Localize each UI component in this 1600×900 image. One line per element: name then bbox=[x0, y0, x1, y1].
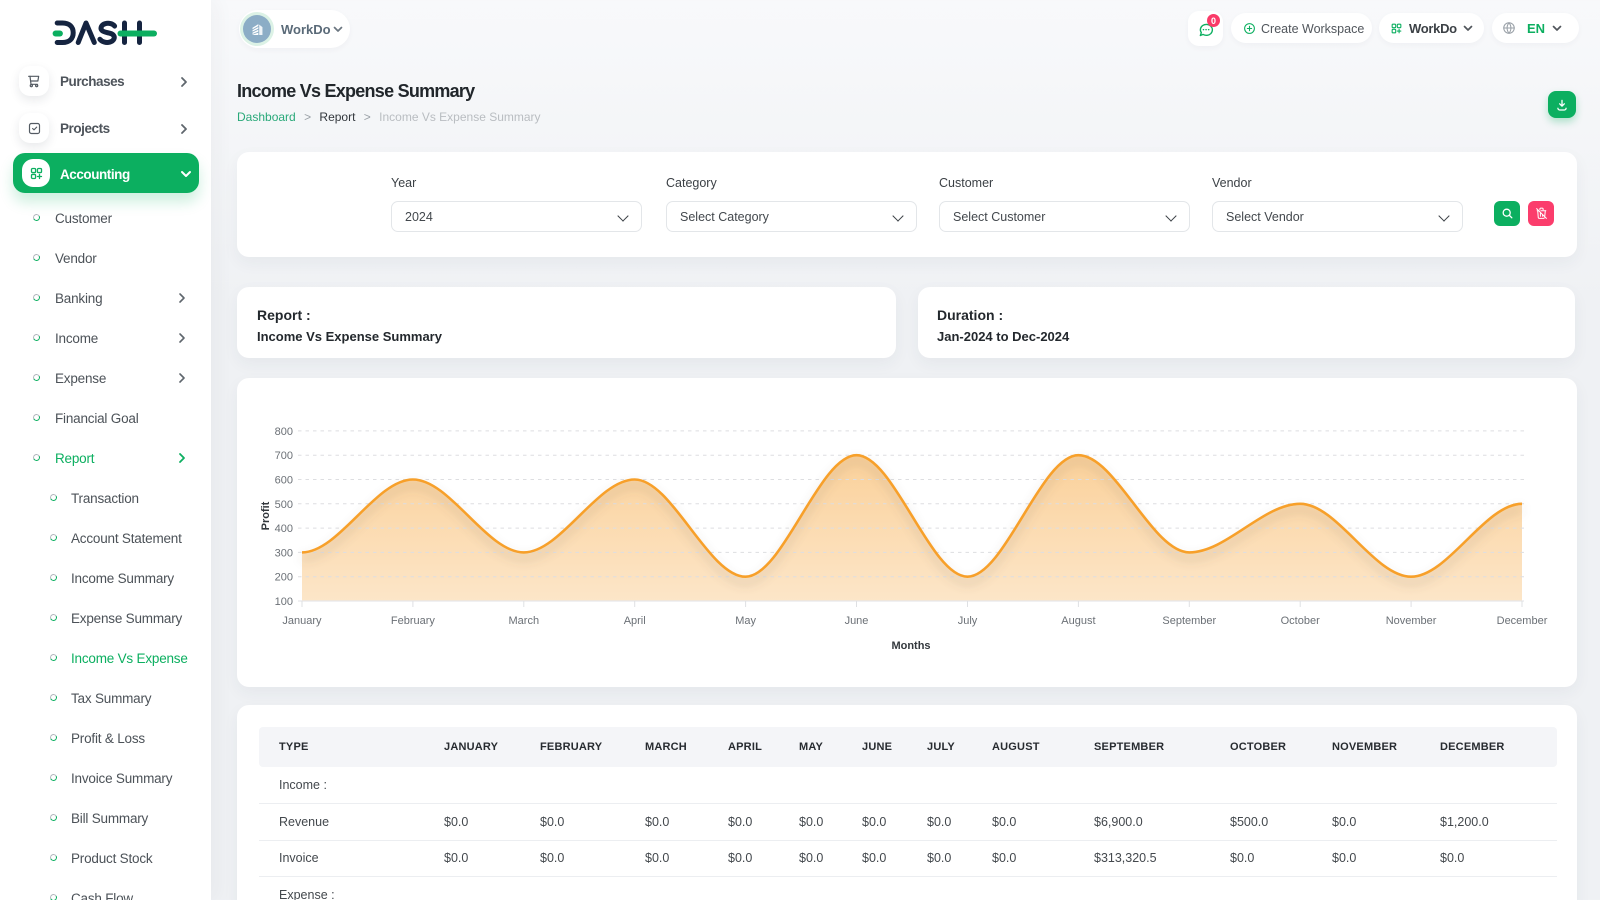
svg-text:January: January bbox=[282, 615, 322, 627]
svg-text:Months: Months bbox=[891, 640, 930, 652]
svg-text:April: April bbox=[624, 615, 646, 627]
svg-text:June: June bbox=[845, 615, 869, 627]
svg-text:September: September bbox=[1162, 615, 1216, 627]
svg-text:800: 800 bbox=[275, 426, 293, 438]
svg-text:March: March bbox=[509, 615, 540, 627]
svg-text:100: 100 bbox=[275, 596, 293, 608]
svg-text:500: 500 bbox=[275, 499, 293, 511]
svg-text:Profit: Profit bbox=[260, 501, 272, 530]
svg-text:February: February bbox=[391, 615, 436, 627]
svg-text:200: 200 bbox=[275, 572, 293, 584]
svg-text:November: November bbox=[1386, 615, 1437, 627]
svg-text:300: 300 bbox=[275, 547, 293, 559]
svg-text:December: December bbox=[1497, 615, 1548, 627]
svg-text:May: May bbox=[735, 615, 756, 627]
svg-text:600: 600 bbox=[275, 475, 293, 487]
svg-text:August: August bbox=[1061, 615, 1095, 627]
svg-text:700: 700 bbox=[275, 450, 293, 462]
svg-text:400: 400 bbox=[275, 523, 293, 535]
svg-text:July: July bbox=[958, 615, 978, 627]
svg-text:October: October bbox=[1281, 615, 1320, 627]
